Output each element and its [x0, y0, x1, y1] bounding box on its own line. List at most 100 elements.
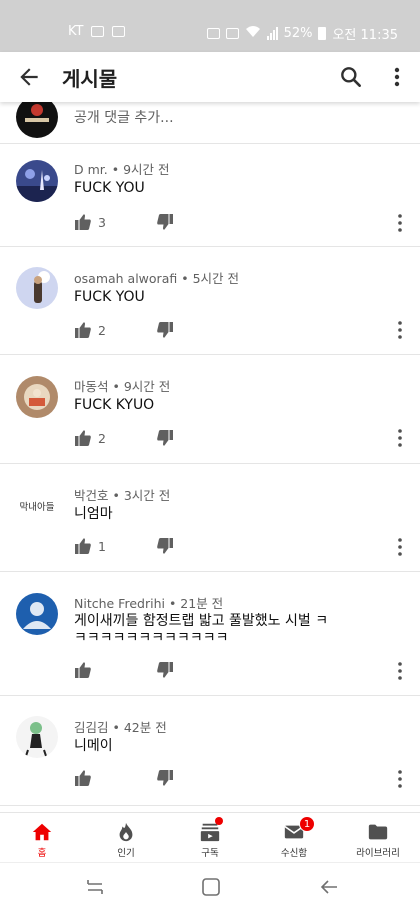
new-content-dot: [215, 817, 223, 825]
comment-item: Nitche Fredrihi • 21분 전 게이새끼들 함정트랩 밟고 풀발…: [0, 572, 420, 696]
thumbs-up-icon[interactable]: [74, 661, 92, 679]
mute-icon: [225, 28, 239, 39]
avatar[interactable]: [16, 267, 58, 309]
comment-menu-icon[interactable]: [392, 427, 408, 449]
comment-time: 3시간 전: [123, 488, 171, 503]
like-count: 2: [98, 322, 106, 338]
thumbs-down-icon[interactable]: [156, 429, 174, 447]
status-bar: KT 52% 오전 11:35: [0, 0, 420, 60]
like-count: 1: [98, 538, 106, 554]
comment-text: 게이새끼들 함정트랩 밟고 풀발했노 시벌 ㅋㅋㅋㅋㅋㅋㅋㅋㅋㅋㅋㅋㅋ: [74, 613, 329, 646]
avatar[interactable]: [16, 716, 58, 758]
bottom-navigation: 홈 인기 구독 1 수신함 라이브러리: [0, 812, 420, 862]
comment-meta: osamah alworafi • 5시간 전: [74, 271, 239, 286]
vibrate-icon: [206, 28, 220, 39]
like-count: 2: [98, 430, 106, 446]
thumbs-down-icon[interactable]: [156, 321, 174, 339]
thumbs-up-icon[interactable]: [74, 769, 92, 787]
comment-author[interactable]: 김김김: [74, 720, 109, 735]
nav-label: 라이브러리: [356, 848, 400, 859]
comment-text: FUCK KYUO: [74, 397, 155, 413]
thumbs-down-icon[interactable]: [156, 213, 174, 231]
comment-time: 5시간 전: [192, 271, 239, 286]
nav-label: 인기: [117, 848, 135, 859]
comment-text: 니메이: [74, 738, 113, 754]
comment-author[interactable]: Nitche Fredrihi: [74, 596, 165, 611]
thumbs-up-icon[interactable]: [74, 213, 92, 231]
avatar[interactable]: [16, 376, 58, 418]
comment-item: D mr. • 9시간 전 FUCK YOU 3: [0, 144, 420, 247]
comment-actions: 3: [74, 213, 174, 231]
comment-time: 9시간 전: [123, 162, 170, 177]
comment-item: 김김김 • 42분 전 니메이: [0, 696, 420, 806]
thumbs-up-icon[interactable]: [74, 537, 92, 555]
my-avatar: [16, 96, 58, 138]
gallery-notification-icon: [91, 26, 105, 37]
system-navigation-bar: [0, 862, 420, 910]
nav-trending[interactable]: 인기: [84, 813, 168, 863]
nav-label: 홈: [37, 848, 47, 859]
comment-time: 9시간 전: [123, 379, 171, 394]
comment-actions: 1: [74, 537, 174, 555]
search-icon[interactable]: [338, 64, 364, 90]
comment-text: FUCK YOU: [74, 180, 145, 196]
comment-actions: 2: [74, 429, 174, 447]
home-icon: [32, 823, 52, 841]
avatar[interactable]: [16, 160, 58, 202]
avatar[interactable]: [16, 593, 58, 635]
page-title: 게시물: [62, 67, 118, 91]
comment-author[interactable]: osamah alworafi: [74, 271, 177, 286]
like-count: 3: [98, 214, 106, 230]
thumbs-down-icon[interactable]: [156, 769, 174, 787]
avatar[interactable]: 막내아들: [16, 485, 58, 527]
comment-time: 42분 전: [123, 720, 167, 735]
comment-text: 니엄마: [74, 506, 113, 522]
nav-label: 수신함: [280, 848, 308, 859]
comment-author[interactable]: 박건호: [74, 488, 109, 503]
add-comment-row[interactable]: 공개 댓글 추가...: [0, 96, 420, 144]
recent-apps-icon[interactable]: [84, 876, 106, 898]
avatar-text: 막내아들: [16, 485, 58, 527]
signal-icon: [266, 27, 278, 40]
comment-menu-icon[interactable]: [392, 660, 408, 682]
carrier-label: KT: [68, 24, 84, 39]
comment-meta: 김김김 • 42분 전: [74, 720, 167, 735]
comment-time: 21분 전: [180, 596, 224, 611]
nav-home[interactable]: 홈: [0, 813, 84, 863]
comment-meta: Nitche Fredrihi • 21분 전: [74, 596, 224, 611]
notification-badge: 1: [299, 816, 315, 832]
thumbs-down-icon[interactable]: [156, 661, 174, 679]
screenshot-notification-icon: [112, 26, 126, 37]
comment-menu-icon[interactable]: [392, 319, 408, 341]
fire-icon: [119, 822, 133, 842]
folder-icon: [368, 824, 388, 840]
comment-actions: [74, 661, 174, 679]
back-button-icon[interactable]: [318, 876, 340, 898]
comment-actions: [74, 769, 174, 787]
comment-meta: 박건호 • 3시간 전: [74, 488, 171, 503]
back-arrow-icon[interactable]: [16, 64, 42, 90]
thumbs-down-icon[interactable]: [156, 537, 174, 555]
thumbs-up-icon[interactable]: [74, 321, 92, 339]
comment-meta: D mr. • 9시간 전: [74, 162, 170, 177]
comment-item: 마동석 • 9시간 전 FUCK KYUO 2: [0, 355, 420, 464]
battery-percent: 52%: [283, 26, 313, 41]
nav-inbox[interactable]: 1 수신함: [252, 813, 336, 863]
nav-library[interactable]: 라이브러리: [336, 813, 420, 863]
comment-author[interactable]: 마동석: [74, 379, 109, 394]
add-comment-input[interactable]: 공개 댓글 추가...: [74, 107, 174, 127]
more-options-icon[interactable]: [386, 64, 408, 90]
comment-menu-icon[interactable]: [392, 536, 408, 558]
comment-actions: 2: [74, 321, 174, 339]
app-bar: 게시물: [0, 52, 420, 102]
home-button-icon[interactable]: [200, 876, 222, 898]
comment-menu-icon[interactable]: [392, 212, 408, 234]
nav-subscriptions[interactable]: 구독: [168, 813, 252, 863]
comment-item: osamah alworafi • 5시간 전 FUCK YOU 2: [0, 247, 420, 355]
comment-meta: 마동석 • 9시간 전: [74, 379, 171, 394]
comment-menu-icon[interactable]: [392, 768, 408, 790]
comment-author[interactable]: D mr.: [74, 162, 108, 177]
clock: 오전 11:35: [332, 28, 398, 43]
comment-text: FUCK YOU: [74, 289, 145, 305]
thumbs-up-icon[interactable]: [74, 429, 92, 447]
